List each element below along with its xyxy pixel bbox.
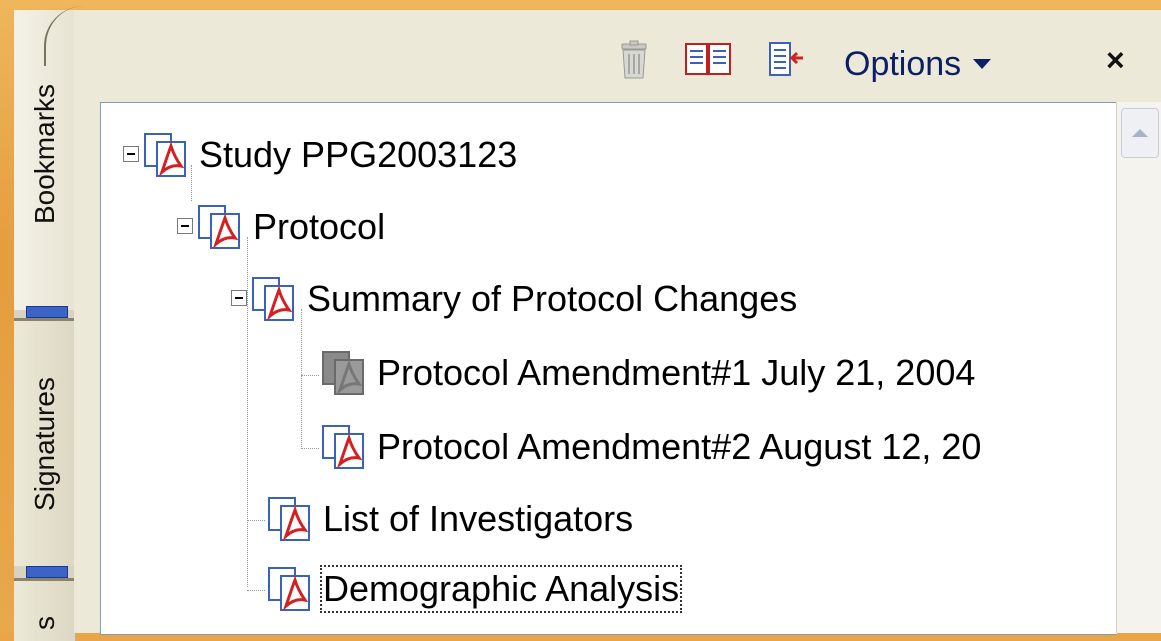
pdf-bookmark-icon bbox=[268, 497, 310, 541]
tree-connector bbox=[247, 237, 248, 587]
tab-next-label: s bbox=[28, 616, 60, 630]
bookmark-item[interactable]: List of Investigators bbox=[267, 491, 633, 547]
trash-icon[interactable] bbox=[614, 40, 654, 80]
bookmark-label: Protocol Amendment#1 July 21, 2004 bbox=[377, 352, 976, 393]
bookmark-label: Protocol bbox=[253, 206, 386, 247]
close-icon[interactable]: × bbox=[1106, 42, 1125, 79]
side-tab-strip: Bookmarks Signatures s bbox=[14, 6, 76, 641]
scroll-up-button[interactable] bbox=[1121, 108, 1159, 158]
pdf-bookmark-icon bbox=[322, 425, 364, 469]
tab-signatures[interactable]: Signatures bbox=[14, 321, 76, 566]
book-icon[interactable] bbox=[684, 40, 732, 80]
options-label: Options bbox=[844, 44, 962, 83]
bookmark-item[interactable]: Protocol bbox=[197, 199, 385, 255]
tab-signatures-label: Signatures bbox=[28, 376, 60, 511]
chevron-down-icon bbox=[973, 59, 992, 69]
pdf-bookmark-icon bbox=[252, 277, 294, 321]
bookmark-label: Study PPG2003123 bbox=[199, 134, 518, 175]
bookmark-item[interactable]: Summary of Protocol Changes bbox=[251, 271, 797, 327]
bookmark-item[interactable]: Protocol Amendment#2 August 12, 20 bbox=[321, 419, 981, 475]
collapse-toggle[interactable] bbox=[231, 290, 247, 306]
tree-connector bbox=[247, 520, 265, 521]
pdf-bookmark-icon bbox=[268, 567, 310, 611]
collapse-toggle[interactable] bbox=[177, 218, 193, 234]
bookmarks-panel: Options × Study PPG2003123 Protocol Summ… bbox=[74, 10, 1161, 635]
tab-grip-bookmarks bbox=[26, 306, 68, 318]
vertical-scrollbar[interactable] bbox=[1116, 102, 1161, 633]
tab-next[interactable]: s bbox=[14, 581, 76, 641]
tree-connector bbox=[301, 448, 319, 449]
page-arrow-icon[interactable] bbox=[766, 40, 806, 80]
bookmark-item[interactable]: Demographic Analysis bbox=[267, 561, 683, 617]
tab-grip-signatures bbox=[26, 566, 68, 578]
tree-connector bbox=[301, 309, 302, 449]
collapse-toggle[interactable] bbox=[123, 146, 139, 162]
tab-bookmarks[interactable]: Bookmarks bbox=[14, 6, 76, 310]
bookmark-label: Protocol Amendment#2 August 12, 20 bbox=[377, 426, 982, 467]
tree-connector bbox=[247, 590, 265, 591]
tab-bookmarks-label: Bookmarks bbox=[28, 83, 60, 225]
bookmark-label: Demographic Analysis bbox=[319, 565, 683, 613]
panel-toolbar: Options × bbox=[74, 10, 1161, 102]
options-button[interactable]: Options bbox=[844, 44, 992, 84]
bookmark-item[interactable]: Protocol Amendment#1 July 21, 2004 bbox=[321, 345, 975, 401]
bookmark-tree: Study PPG2003123 Protocol Summary of Pro… bbox=[100, 102, 1117, 635]
pdf-bookmark-icon bbox=[144, 133, 186, 177]
bookmark-item[interactable]: Study PPG2003123 bbox=[143, 127, 517, 183]
bookmark-label: List of Investigators bbox=[323, 498, 634, 539]
pdf-bookmark-icon bbox=[198, 205, 240, 249]
bookmark-label: Summary of Protocol Changes bbox=[307, 278, 798, 319]
tree-connector bbox=[301, 375, 319, 376]
gray-bookmark-icon bbox=[322, 351, 364, 395]
